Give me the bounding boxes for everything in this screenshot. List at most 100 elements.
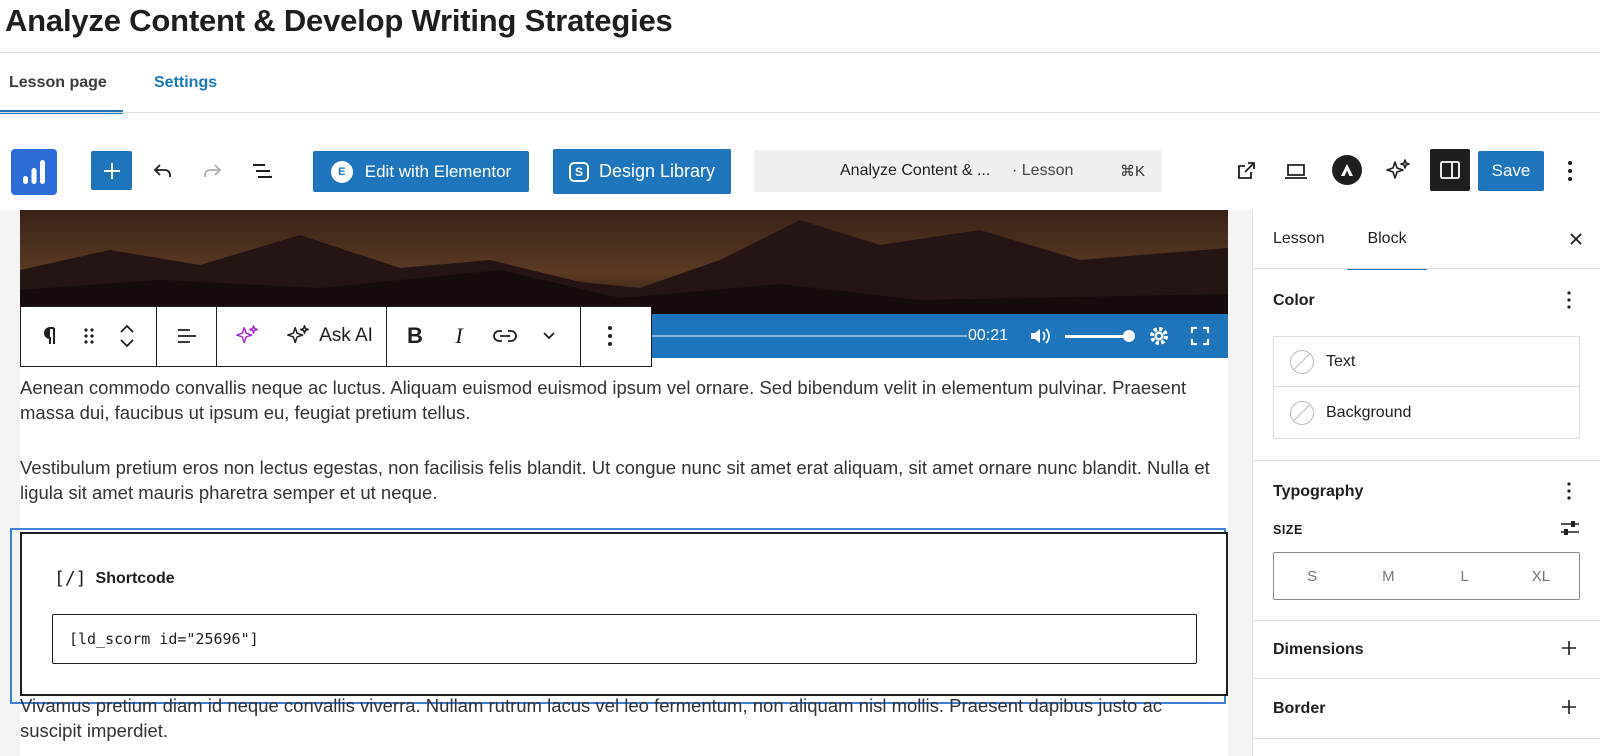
command-shortcut: ⌘K xyxy=(1119,163,1145,180)
move-block-buttons[interactable] xyxy=(113,313,141,359)
add-border-button[interactable] xyxy=(1559,697,1579,717)
plus-icon xyxy=(1562,641,1576,655)
edit-with-elementor-button[interactable]: E Edit with Elementor xyxy=(313,151,529,192)
italic-button[interactable]: I xyxy=(445,321,473,351)
panel-divider xyxy=(1253,738,1600,739)
block-toolbar-group-align xyxy=(157,307,217,366)
view-post-button[interactable] xyxy=(1228,151,1264,191)
fullscreen-icon xyxy=(1190,326,1210,346)
align-left-icon xyxy=(178,329,196,343)
undo-button[interactable] xyxy=(145,151,181,191)
page-title: Analyze Content & Develop Writing Strate… xyxy=(5,3,673,38)
volume-icon xyxy=(1031,328,1050,344)
document-overview-button[interactable] xyxy=(245,151,281,191)
block-toolbar-group-transform xyxy=(21,307,157,366)
settings-sidebar: Lesson Block Color Text Background Typog… xyxy=(1252,210,1600,756)
align-text-button[interactable] xyxy=(173,321,201,351)
add-block-button[interactable] xyxy=(91,151,132,190)
sidebar-tab-block[interactable]: Block xyxy=(1347,210,1427,270)
command-document-title: Analyze Content & ... xyxy=(840,162,991,179)
chevron-up-icon[interactable] xyxy=(118,322,136,336)
close-sidebar-button[interactable] xyxy=(1563,226,1589,252)
sidebar-icon xyxy=(1440,161,1460,179)
color-options-button[interactable] xyxy=(1559,288,1579,312)
redo-icon xyxy=(204,164,222,177)
more-vertical-icon xyxy=(1567,482,1571,500)
site-logo-button[interactable] xyxy=(11,149,57,195)
bar-logo-icon xyxy=(23,160,45,184)
fullscreen-button[interactable] xyxy=(1190,326,1210,351)
font-size-option-l[interactable]: L xyxy=(1427,553,1503,599)
ai-assistant-button[interactable] xyxy=(1380,151,1416,191)
sidebar-tab-lesson[interactable]: Lesson xyxy=(1273,210,1325,268)
block-options-button[interactable] xyxy=(597,321,623,351)
add-dimensions-button[interactable] xyxy=(1559,638,1579,658)
tab-lesson-page[interactable]: Lesson page xyxy=(0,53,123,114)
block-toolbar: Ask AI B I xyxy=(20,306,652,367)
close-icon xyxy=(1570,233,1582,245)
save-button[interactable]: Save xyxy=(1478,151,1544,191)
laptop-icon xyxy=(1285,164,1307,179)
command-palette-button[interactable]: Analyze Content & ... · Lesson ⌘K xyxy=(754,150,1162,192)
design-library-icon: S xyxy=(568,161,589,182)
bold-button[interactable]: B xyxy=(401,321,429,351)
shortcode-block-title: Shortcode xyxy=(95,569,175,587)
redo-button[interactable] xyxy=(194,151,230,191)
paragraph-transform-button[interactable] xyxy=(37,321,65,351)
more-formatting-button[interactable] xyxy=(535,321,563,351)
background-color-button[interactable]: Background xyxy=(1274,388,1579,438)
page-tabs: Lesson page Settings xyxy=(0,53,1600,114)
font-size-picker: S M L XL xyxy=(1273,552,1580,600)
font-size-option-m[interactable]: M xyxy=(1350,553,1426,599)
italic-icon: I xyxy=(455,323,463,348)
volume-slider-handle[interactable] xyxy=(1123,330,1135,342)
paragraph-block[interactable]: Vestibulum pretium eros non lectus egest… xyxy=(20,456,1210,505)
list-view-icon xyxy=(253,164,272,178)
options-menu-button[interactable] xyxy=(1557,151,1583,191)
post-content: 00:21 Ask AI B I Aenean commodo convalli… xyxy=(10,210,1228,756)
more-vertical-icon xyxy=(1567,291,1571,309)
background-color-label: Background xyxy=(1326,404,1412,421)
volume-slider[interactable] xyxy=(1065,335,1129,338)
shortcode-input[interactable]: [ld_scorm id="25696"] xyxy=(52,614,1197,664)
custom-size-button[interactable] xyxy=(1559,517,1581,539)
shortcode-block[interactable]: [/] Shortcode [ld_scorm id="25696"] xyxy=(20,532,1228,696)
ai-magic-button[interactable] xyxy=(231,321,263,351)
video-settings-button[interactable] xyxy=(1148,325,1170,352)
link-button[interactable] xyxy=(489,321,521,351)
plus-icon xyxy=(1562,700,1576,714)
preview-device-button[interactable] xyxy=(1278,151,1314,191)
panel-divider xyxy=(1253,460,1600,461)
editor-toolbar: E Edit with Elementor S Design Library A… xyxy=(0,113,1600,210)
settings-sidebar-toggle[interactable] xyxy=(1430,149,1470,191)
video-frame-image xyxy=(20,210,1228,314)
volume-button[interactable] xyxy=(1028,325,1052,352)
font-size-option-s[interactable]: S xyxy=(1274,553,1350,599)
pilcrow-icon xyxy=(44,327,55,344)
settings-sliders-icon xyxy=(1561,521,1579,535)
astra-icon xyxy=(1341,164,1353,176)
video-progress-bar[interactable] xyxy=(652,335,967,337)
paragraph-block[interactable]: Vivamus pretium diam id neque convallis … xyxy=(20,694,1210,743)
edit-with-elementor-label: Edit with Elementor xyxy=(364,161,512,181)
astra-settings-button[interactable] xyxy=(1332,155,1362,185)
typography-options-button[interactable] xyxy=(1559,479,1579,503)
video-time: 00:21 xyxy=(968,327,1009,344)
font-size-option-xl[interactable]: XL xyxy=(1503,553,1579,599)
chevron-down-icon[interactable] xyxy=(118,336,136,350)
ask-ai-button[interactable]: Ask AI xyxy=(279,321,379,351)
external-link-icon xyxy=(1238,162,1255,179)
font-size-label: SIZE xyxy=(1273,523,1303,537)
sparkles-icon xyxy=(287,325,310,344)
paragraph-block[interactable]: Aenean commodo convallis neque ac luctus… xyxy=(20,376,1210,425)
text-color-button[interactable]: Text xyxy=(1274,337,1579,387)
tab-settings[interactable]: Settings xyxy=(154,53,217,113)
panel-divider xyxy=(1253,620,1600,621)
dimensions-panel-heading: Dimensions xyxy=(1273,641,1364,658)
elementor-icon: E xyxy=(330,160,353,183)
drag-handle[interactable] xyxy=(77,321,101,351)
more-vertical-icon xyxy=(608,326,612,346)
plus-icon xyxy=(103,162,120,179)
more-vertical-icon xyxy=(1568,161,1572,181)
design-library-button[interactable]: S Design Library xyxy=(553,149,731,194)
